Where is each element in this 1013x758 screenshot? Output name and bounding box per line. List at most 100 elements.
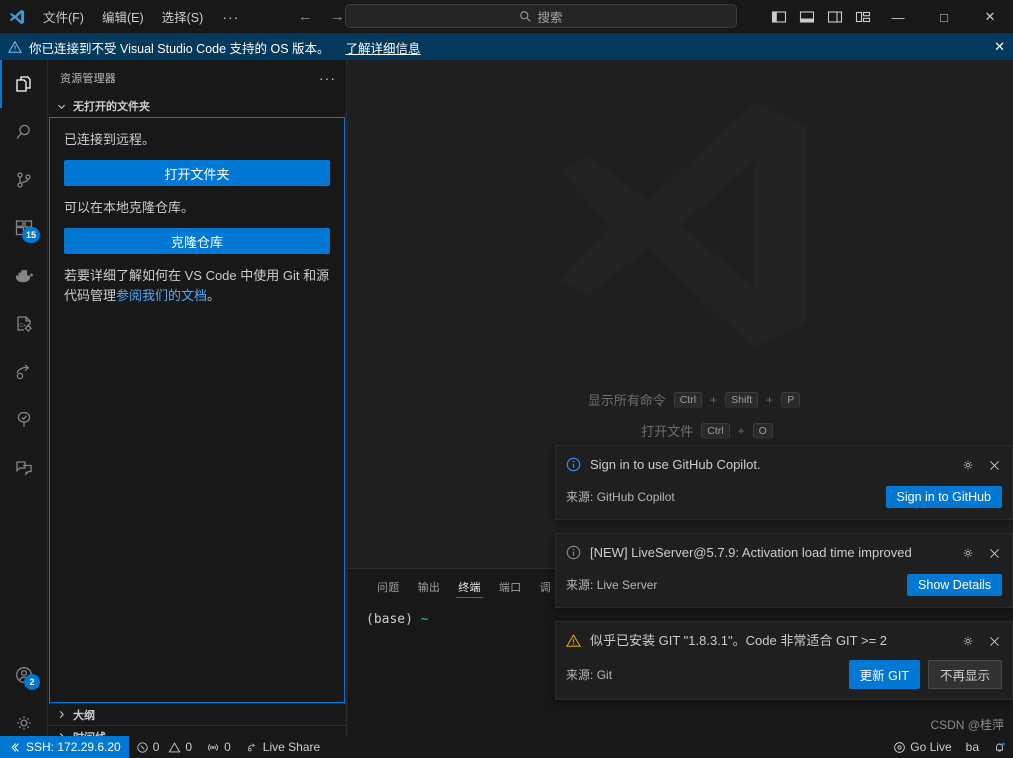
key-cap: O — [752, 422, 773, 439]
menu-selection[interactable]: 选择(S) — [153, 4, 213, 29]
extensions-badge: 15 — [21, 227, 40, 243]
search-icon — [520, 10, 532, 22]
banner-text: 你已连接到不受 Visual Studio Code 支持的 OS 版本。 — [29, 41, 330, 56]
sidebar-more-actions-button[interactable]: ··· — [319, 70, 336, 86]
python-interpreter-status[interactable]: ba — [959, 736, 986, 758]
key-separator: + — [710, 392, 718, 407]
sidebar-item-live-share[interactable] — [0, 348, 48, 396]
menu-file[interactable]: 文件(F) — [34, 4, 93, 29]
git-docs-link[interactable]: 参阅我们的文档 — [116, 288, 207, 303]
gear-icon[interactable] — [960, 545, 976, 561]
dont-show-again-button[interactable]: 不再显示 — [927, 660, 1002, 689]
remote-indicator[interactable]: SSH: 172.29.6.20 — [0, 736, 129, 758]
warning-triangle-icon — [8, 40, 22, 54]
notification-message: 似乎已安装 GIT "1.8.3.1"。Code 非常适合 GIT >= 2 — [590, 633, 888, 648]
key-separator: + — [737, 423, 745, 438]
ports-count: 0 — [224, 740, 231, 754]
open-folder-button[interactable]: 打开文件夹 — [64, 160, 330, 187]
close-icon[interactable] — [986, 457, 1002, 473]
live-share-icon — [16, 364, 30, 380]
vscode-logo-icon — [0, 0, 34, 34]
problems-status[interactable]: 0 0 — [129, 736, 199, 758]
arrow-left-icon[interactable]: ← — [297, 8, 313, 25]
sidebar-item-docker[interactable] — [0, 252, 48, 300]
notification-toasts: Sign in to use GitHub Copilot. 来源: GitHu… — [555, 445, 1013, 713]
accounts-badge: 2 — [24, 674, 40, 690]
git-help-text: 若要详细了解如何在 VS Code 中使用 Git 和源代码管理参阅我们的文档。 — [64, 266, 330, 306]
tab-terminal[interactable]: 终端 — [449, 569, 490, 604]
notification-copilot: Sign in to use GitHub Copilot. 来源: GitHu… — [555, 445, 1013, 520]
live-share-status[interactable]: Live Share — [238, 736, 327, 758]
layout-panel-icon[interactable] — [798, 8, 816, 26]
tab-output[interactable]: 输出 — [409, 569, 450, 604]
chevron-down-icon — [53, 98, 69, 114]
chevron-right-icon — [53, 707, 69, 723]
notification-git: 似乎已安装 GIT "1.8.3.1"。Code 非常适合 GIT >= 2 来… — [555, 621, 1013, 700]
tab-ports[interactable]: 端口 — [490, 569, 531, 604]
sidebar-item-source-control[interactable] — [0, 156, 48, 204]
banner-learn-more-link[interactable]: 了解详细信息 — [346, 38, 421, 57]
notification-source: 来源: GitHub Copilot — [566, 490, 675, 504]
menu-overflow-button[interactable]: ··· — [212, 7, 249, 27]
no-folder-opened-label: 无打开的文件夹 — [73, 101, 150, 113]
ports-status[interactable]: 0 — [199, 736, 238, 758]
update-git-button[interactable]: 更新 GIT — [848, 660, 920, 689]
no-folder-opened-section[interactable]: 无打开的文件夹 — [48, 95, 346, 117]
errors-count: 0 — [152, 740, 160, 754]
notification-source: 来源: Git — [566, 668, 613, 682]
error-circle-icon — [137, 741, 148, 753]
gear-icon[interactable] — [960, 633, 976, 649]
sign-in-to-github-button[interactable]: Sign in to GitHub — [885, 485, 1002, 508]
remote-indicator-icon — [11, 742, 19, 752]
navigation-arrows: ← → — [297, 8, 345, 25]
notification-source: 来源: Live Server — [566, 578, 658, 592]
layout-sidebar-right-icon[interactable] — [826, 8, 844, 26]
search-placeholder: 搜索 — [537, 10, 563, 25]
sidebar-item-cpp-config[interactable]: C++ — [0, 300, 48, 348]
bell-dot-icon — [996, 742, 1005, 752]
gear-icon — [17, 716, 31, 730]
files-icon — [16, 76, 31, 92]
sidebar-item-extensions[interactable]: 15 — [0, 204, 48, 252]
cpp-config-icon: C++ — [17, 316, 33, 333]
sidebar-item-search[interactable] — [0, 108, 48, 156]
window-close-button[interactable]: ✕ — [967, 0, 1013, 34]
tab-problems[interactable]: 问题 — [368, 569, 409, 604]
notifications-bell-button[interactable] — [986, 736, 1013, 758]
search-icon — [16, 124, 30, 139]
sidebar-item-testing[interactable] — [0, 396, 48, 444]
accounts-button[interactable]: 2 — [0, 651, 48, 699]
menu-edit[interactable]: 编辑(E) — [93, 4, 153, 29]
shortcut-row: 显示所有命令 Ctrl + Shift + P — [561, 390, 801, 409]
key-separator: + — [766, 392, 774, 407]
layout-sidebar-left-icon[interactable] — [770, 8, 788, 26]
layout-customize-icon[interactable] — [854, 8, 872, 26]
key-cap: Ctrl — [673, 391, 703, 408]
outline-section-header[interactable]: 大纲 — [48, 703, 346, 725]
show-details-button[interactable]: Show Details — [907, 573, 1002, 596]
go-live-label: Go Live — [910, 740, 952, 754]
vscode-logo-watermark — [528, 70, 838, 383]
window-maximize-button[interactable]: □ — [921, 0, 967, 34]
git-help-suffix: 。 — [207, 288, 221, 304]
sidebar-title: 资源管理器 — [60, 72, 116, 85]
sidebar-item-explorer[interactable] — [0, 60, 48, 108]
clone-repository-button[interactable]: 克隆仓库 — [64, 228, 330, 255]
no-folder-opened-body: 已连接到远程。 打开文件夹 可以在本地克隆仓库。 克隆仓库 若要详细了解如何在 … — [49, 117, 345, 703]
info-circle-icon — [566, 457, 582, 475]
window-minimize-button[interactable]: — — [875, 0, 921, 34]
layout-controls — [770, 0, 872, 34]
arrow-forward-icon[interactable]: → — [329, 8, 345, 25]
banner-close-button[interactable]: ✕ — [994, 39, 1005, 55]
go-live-status[interactable]: Go Live — [886, 736, 958, 758]
search-input[interactable]: 搜索 — [345, 4, 737, 28]
close-icon[interactable] — [986, 545, 1002, 561]
remote-label: SSH: 172.29.6.20 — [26, 740, 121, 754]
gear-icon[interactable] — [960, 457, 976, 473]
welcome-shortcuts: 显示所有命令 Ctrl + Shift + P 打开文件 Ctrl + O — [348, 390, 1013, 440]
os-unsupported-banner: 你已连接到不受 Visual Studio Code 支持的 OS 版本。 了解… — [0, 34, 1013, 60]
sidebar-item-chat[interactable] — [0, 444, 48, 492]
testing-beaker-icon — [17, 411, 31, 427]
title-bar: 文件(F) 编辑(E) 选择(S) ··· ← → 搜索 — □ ✕ — [0, 0, 1013, 34]
close-icon[interactable] — [986, 633, 1002, 649]
